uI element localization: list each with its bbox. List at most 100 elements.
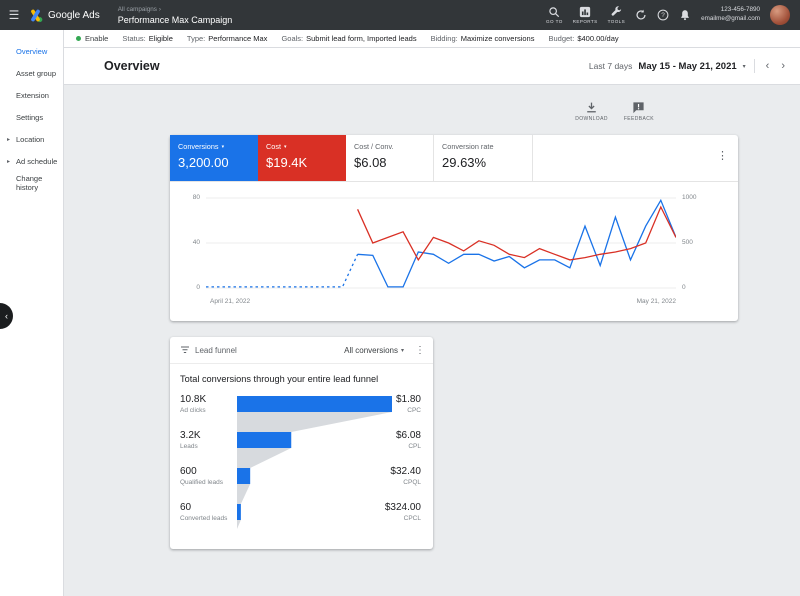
trend-line-chart <box>206 190 676 300</box>
funnel-rows: 10.8K Ad clicks $1.80 CPC 3.2K Leads $6.… <box>180 396 421 546</box>
campaign-title: Performance Max Campaign <box>118 15 233 25</box>
goto-button[interactable]: GO TO <box>546 6 563 24</box>
y-axis-tick-right: 0 <box>682 284 686 291</box>
funnel-stage-cost: $324.00 <box>385 502 421 513</box>
trend-chart: 80 40 0 1000 500 0 April 21, 2022 May 21… <box>170 182 738 322</box>
status-items: Status:Eligible Type:Performance Max Goa… <box>122 34 618 43</box>
funnel-stage-cost: $1.80 <box>396 394 421 405</box>
topbar: ☰ Google Ads All campaigns› Performance … <box>0 0 800 30</box>
lead-funnel-title: Lead funnel <box>195 346 237 355</box>
funnel-stage-cost-label: CPC <box>396 407 421 414</box>
date-range-picker: Last 7 days May 15 - May 21, 2021 ▾ ‹ › <box>589 59 788 73</box>
sidebar-item-extension[interactable]: ▸ Extension <box>0 84 63 106</box>
account-info: 123-456-7890 emailme@gmail.com <box>701 6 760 24</box>
tools-button[interactable]: TOOLS <box>608 6 626 24</box>
lead-funnel-card: Lead funnel All conversions ▾ ⋮ Total co… <box>170 337 433 549</box>
account-email: emailme@gmail.com <box>701 15 760 24</box>
previous-period-button[interactable]: ‹ <box>763 60 773 72</box>
chevron-down-icon: ▾ <box>222 144 225 150</box>
expand-chevron-icon: ▸ <box>7 136 10 143</box>
help-button[interactable]: ? <box>657 9 669 21</box>
breadcrumb-arrow-icon: › <box>159 6 161 13</box>
campaign-status-bar: Enable Status:Eligible Type:Performance … <box>64 30 800 48</box>
status-goals[interactable]: Goals:Submit lead form, Imported leads <box>281 34 416 43</box>
metric-conversion-rate[interactable]: Conversion rate▾ 29.63% <box>434 135 533 181</box>
next-period-button[interactable]: › <box>778 60 788 72</box>
x-axis-start-label: April 21, 2022 <box>210 298 250 305</box>
sidebar-item-asset-group[interactable]: ▸ Asset group <box>0 62 63 84</box>
funnel-stage-value: 3.2K <box>180 430 236 441</box>
funnel-stage-label: Qualified leads <box>180 479 236 486</box>
y-axis-tick-left: 80 <box>178 194 200 201</box>
download-icon <box>585 101 598 114</box>
funnel-row-ad-clicks: 10.8K Ad clicks $1.80 CPC <box>180 394 421 414</box>
funnel-stage-value: 10.8K <box>180 394 236 405</box>
status-budget[interactable]: Budget:$400.00/day <box>548 34 618 43</box>
page-title: Overview <box>104 59 160 73</box>
brand-name: Google Ads <box>48 10 100 21</box>
google-ads-app: ☰ Google Ads All campaigns› Performance … <box>0 0 800 596</box>
sidebar-item-ad-schedule[interactable]: ▸ Ad schedule <box>0 150 63 172</box>
filter-funnel-icon <box>180 345 190 355</box>
refresh-button[interactable] <box>635 9 647 21</box>
funnel-stage-cost: $6.08 <box>396 430 421 441</box>
wrench-icon <box>610 6 622 18</box>
funnel-row-converted-leads: 60 Converted leads $324.00 CPCL <box>180 502 421 522</box>
date-range[interactable]: May 15 - May 21, 2021 <box>638 61 736 72</box>
chart-menu-button[interactable]: ⋮ <box>717 149 728 162</box>
funnel-stage-label: Converted leads <box>180 515 236 522</box>
metric-conversions[interactable]: Conversions▾ 3,200.00 <box>170 135 258 181</box>
funnel-stage-value: 60 <box>180 502 236 513</box>
status-status[interactable]: Status:Eligible <box>122 34 173 43</box>
main-menu-icon[interactable]: ☰ <box>0 8 28 22</box>
funnel-heading: Total conversions through your entire le… <box>170 364 433 388</box>
breadcrumb[interactable]: All campaigns› <box>118 6 233 13</box>
conversions-dropdown[interactable]: All conversions ▾ <box>344 346 404 355</box>
download-button[interactable]: DOWNLOAD <box>575 101 608 122</box>
funnel-row-qualified-leads: 600 Qualified leads $32.40 CPQL <box>180 466 421 486</box>
funnel-stage-label: Ad clicks <box>180 407 236 414</box>
sidebar-item-settings[interactable]: ▸ Settings <box>0 106 63 128</box>
funnel-row-leads: 3.2K Leads $6.08 CPL <box>180 430 421 450</box>
google-ads-logo-icon <box>28 8 43 23</box>
enable-toggle[interactable]: Enable <box>76 34 108 43</box>
y-axis-tick-right: 500 <box>682 239 693 246</box>
campaign-context: All campaigns› Performance Max Campaign <box>118 6 233 25</box>
refresh-icon <box>635 9 647 21</box>
reports-button[interactable]: REPORTS <box>573 6 598 24</box>
topbar-actions: GO TO REPORTS TOOLS <box>546 5 790 25</box>
main-area: Enable Status:Eligible Type:Performance … <box>64 30 800 596</box>
search-icon <box>548 6 560 18</box>
funnel-stage-value: 600 <box>180 466 236 477</box>
page-actions: DOWNLOAD FEEDBACK <box>575 101 654 122</box>
funnel-menu-button[interactable]: ⋮ <box>415 345 425 356</box>
feedback-icon <box>632 101 645 114</box>
notifications-button[interactable] <box>679 9 691 21</box>
status-bidding[interactable]: Bidding:Maximize conversions <box>431 34 535 43</box>
metric-cost[interactable]: Cost▾ $19.4K <box>258 135 346 181</box>
date-preset[interactable]: Last 7 days <box>589 61 632 71</box>
enabled-status-dot-icon <box>76 36 81 41</box>
sidebar-item-change-history[interactable]: ▸ Change history <box>0 172 63 194</box>
expand-chevron-icon: ▸ <box>7 158 10 165</box>
y-axis-tick-left: 0 <box>178 284 200 291</box>
sidebar-item-overview[interactable]: ▸ Overview <box>0 40 63 62</box>
chevron-down-icon: ▾ <box>743 63 746 70</box>
sidebar-item-location[interactable]: ▸ Location <box>0 128 63 150</box>
chevron-down-icon: ▾ <box>401 347 404 354</box>
help-icon: ? <box>657 9 669 21</box>
lead-funnel-header: Lead funnel All conversions ▾ ⋮ <box>170 337 433 364</box>
status-type[interactable]: Type:Performance Max <box>187 34 268 43</box>
overview-content: DOWNLOAD FEEDBACK Conversions▾ 3,2 <box>64 85 800 596</box>
funnel-stage-cost-label: CPQL <box>390 479 421 486</box>
chevron-down-icon: ▾ <box>284 144 287 150</box>
reports-chart-icon <box>579 6 591 18</box>
google-ads-logo[interactable]: Google Ads <box>28 8 100 23</box>
funnel-stage-cost-label: CPCL <box>385 515 421 522</box>
y-axis-tick-left: 40 <box>178 239 200 246</box>
avatar[interactable] <box>770 5 790 25</box>
funnel-stage-cost: $32.40 <box>390 466 421 477</box>
x-axis-end-label: May 21, 2022 <box>606 298 676 305</box>
metric-cost-conv[interactable]: Cost / Conv.▾ $6.08 <box>346 135 434 181</box>
feedback-button[interactable]: FEEDBACK <box>624 101 654 122</box>
